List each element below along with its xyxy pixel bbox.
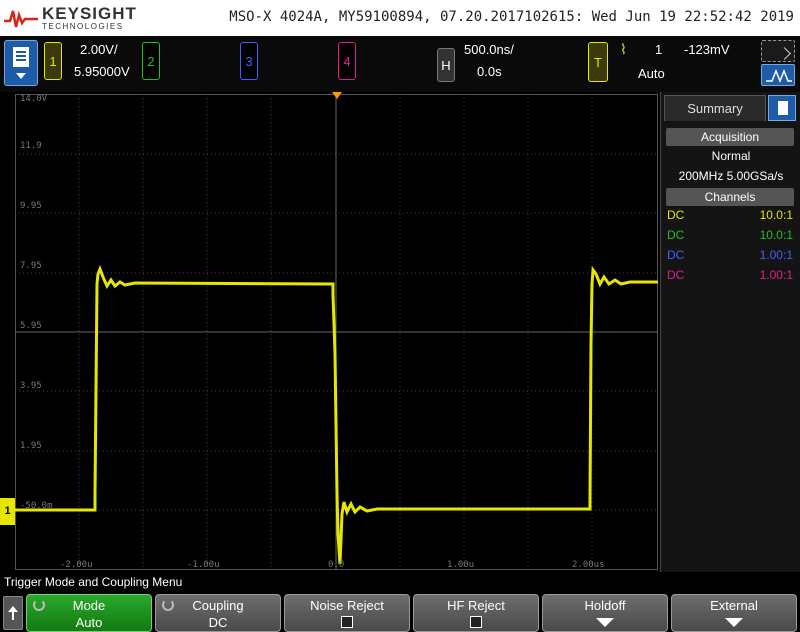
autoscale-icon[interactable] [761, 64, 795, 86]
back-up-button[interactable] [3, 596, 23, 630]
brand-subtitle: TECHNOLOGIES [42, 22, 124, 31]
softkey-label: Noise Reject [310, 598, 384, 613]
softkey-bar: Mode Auto Coupling DC Noise Reject HF Re… [0, 592, 800, 632]
channel-row: DC 1.00:1 [667, 268, 793, 286]
acquisition-rate: 200MHz 5.00GSa/s [678, 169, 784, 183]
softkey-label: Coupling [192, 598, 244, 613]
channel-4-button[interactable]: 4 [338, 42, 356, 80]
menu-title: Trigger Mode and Coupling Menu [0, 572, 800, 592]
channel-2-button[interactable]: 2 [142, 42, 160, 80]
voltage-label: 9.95 [20, 201, 42, 211]
channel-probe: 1.00:1 [759, 268, 793, 282]
voltage-label: 1.95 [20, 441, 42, 451]
document-icon [13, 47, 29, 67]
trigger-source[interactable]: 1 [655, 42, 662, 57]
horizontal-scale[interactable]: 500.0ns/ [464, 42, 514, 57]
keysight-wave-icon [4, 10, 38, 28]
waveform-icon [766, 68, 792, 84]
time-label: 1.00u [447, 560, 475, 570]
summary-panel: Summary Acquisition Normal 200MHz 5.00GS… [660, 92, 800, 572]
channel-bar: 1 2.00V/ 5.95000V 2 3 4 H 500.0ns/ 0.0s … [0, 36, 800, 92]
submenu-arrow-icon [725, 618, 743, 627]
channel-probe: 10.0:1 [759, 228, 793, 242]
time-label: -1.00u [187, 560, 220, 570]
acquisition-header: Acquisition [666, 128, 794, 146]
title-bar: KEYSIGHT TECHNOLOGIES MSO-X 4024A, MY591… [0, 0, 800, 36]
channel-row: DC 10.0:1 [667, 228, 793, 246]
channel-coupling: DC [667, 208, 685, 222]
softkey-value: DC [208, 615, 228, 630]
channel-row: DC 10.0:1 [667, 208, 793, 226]
softkey-label: Mode [72, 598, 106, 613]
channel-1-ground-marker[interactable]: 1 [0, 498, 15, 525]
panel-menu-icon[interactable] [768, 95, 796, 121]
trigger-position-marker[interactable] [332, 92, 342, 99]
channel-3-button[interactable]: 3 [240, 42, 258, 80]
trigger-button[interactable]: T [588, 42, 608, 82]
chevron-down-icon [16, 73, 26, 79]
graticule [15, 94, 658, 570]
checkbox-icon [470, 616, 482, 628]
time-label: -2.00u [60, 560, 93, 570]
softkey-value: Auto [75, 615, 103, 630]
softkey-hf-reject[interactable]: HF Reject [413, 594, 539, 632]
voltage-label: 3.95 [20, 381, 42, 391]
voltage-label: 5.95 [20, 321, 42, 331]
channel-coupling: DC [667, 228, 685, 242]
channel-probe: 10.0:1 [759, 208, 793, 222]
horizontal-position[interactable]: 0.0s [477, 64, 502, 79]
rising-edge-icon: ⌇ [620, 41, 627, 57]
tab-summary[interactable]: Summary [664, 95, 766, 121]
channel-1-button[interactable]: 1 [44, 42, 62, 80]
channel-1-offset[interactable]: 5.95000V [74, 64, 130, 79]
horizontal-button[interactable]: H [437, 48, 455, 82]
softkey-label: Holdoff [584, 598, 626, 613]
keysight-logo: KEYSIGHT TECHNOLOGIES [4, 3, 137, 33]
trigger-level[interactable]: -123mV [684, 42, 730, 57]
submenu-arrow-icon [596, 618, 614, 627]
voltage-label: 11.9 [20, 141, 42, 151]
waveform-display[interactable] [15, 94, 658, 570]
brand-name: KEYSIGHT [42, 4, 137, 23]
channel-row: DC 1.00:1 [667, 248, 793, 266]
channel-1-scale[interactable]: 2.00V/ [80, 42, 118, 57]
voltage-label: 14.0V [20, 94, 48, 104]
main-menu-button[interactable] [4, 40, 38, 86]
checkbox-icon [341, 616, 353, 628]
softkey-coupling[interactable]: Coupling DC [155, 594, 281, 632]
time-label: 2.00us [572, 560, 605, 570]
softkey-label: HF Reject [447, 598, 505, 613]
acquisition-mode: Normal [711, 149, 751, 163]
channels-header: Channels [666, 188, 794, 206]
channel-coupling: DC [667, 268, 685, 282]
voltage-label: 7.95 [20, 261, 42, 271]
zoom-icon[interactable] [761, 40, 795, 62]
channel-probe: 1.00:1 [759, 248, 793, 262]
softkey-label: External [710, 598, 758, 613]
time-label: 0.0 [328, 560, 345, 570]
softkey-external[interactable]: External [671, 594, 797, 632]
instrument-info: MSO-X 4024A, MY59100894, 07.20.201710261… [229, 9, 794, 25]
trigger-mode[interactable]: Auto [638, 66, 665, 81]
softkey-mode[interactable]: Mode Auto [26, 594, 152, 632]
softkey-noise-reject[interactable]: Noise Reject [284, 594, 410, 632]
channel-coupling: DC [667, 248, 685, 262]
voltage-label: -50.0m [20, 501, 53, 511]
softkey-holdoff[interactable]: Holdoff [542, 594, 668, 632]
